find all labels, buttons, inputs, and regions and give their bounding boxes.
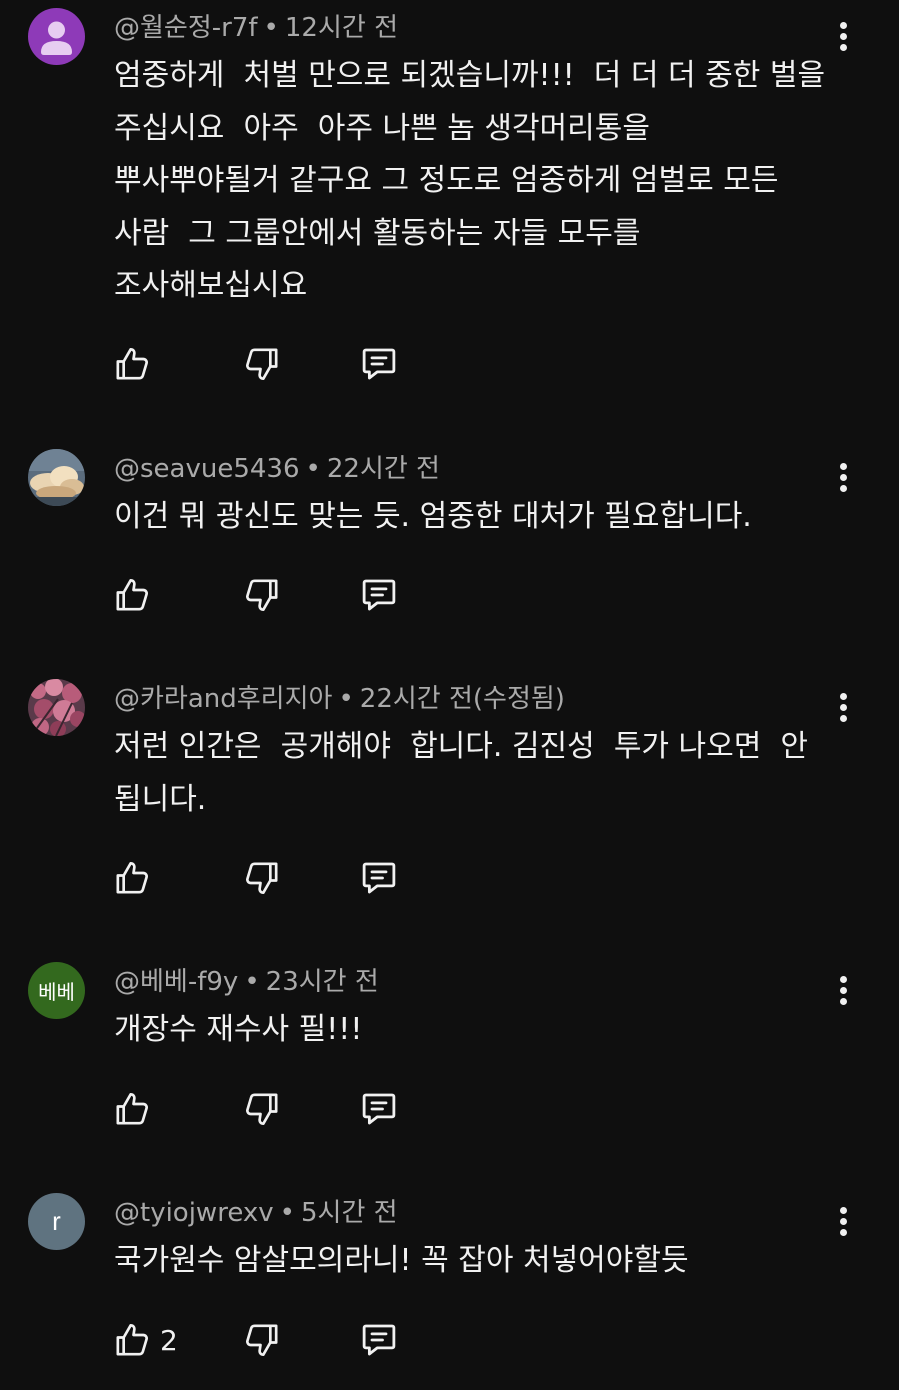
separator-dot: • [279,1198,295,1228]
author-handle[interactable]: @tyiojwrexv [114,1198,274,1228]
comment-header: @베베-f9y • 23시간 전 [114,966,379,998]
avatar[interactable] [28,8,85,65]
comment-line: 저런 인간은 공개해야 합니다. 김진성 투가 나오면 안 [114,729,809,764]
thumbs-up-icon [116,862,148,894]
comment-time[interactable]: 5시간 전 [301,1198,398,1228]
reply-comment-icon [362,862,396,894]
thumbs-down-icon [246,579,278,611]
comment-line: 개장수 재수사 필!!! [114,1012,363,1047]
reply-comment-icon [362,348,396,380]
comment-text: 이건 뭐 광신도 맞는 듯. 엄중한 대처가 필요합니다. [114,491,826,544]
like-button[interactable] [112,856,160,900]
blossom-photo [28,679,85,736]
thumbs-up-icon [116,1324,148,1356]
author-handle[interactable]: @베베-f9y [114,967,238,997]
like-button[interactable] [112,342,160,386]
comment-actions [112,573,432,617]
avatar[interactable] [28,449,85,506]
reply-comment-icon [362,1324,396,1356]
comment-time[interactable]: 22시간 전 [327,454,440,484]
dislike-button[interactable] [242,856,282,900]
avatar-initial: r [52,1206,61,1236]
comment-line: 뿌사뿌야될거 같구요 그 정도로 엄중하게 엄벌로 모든 [114,163,779,198]
reply-button[interactable] [358,1318,400,1362]
author-handle[interactable]: @월순정-r7f [114,13,258,43]
comment-text: 엄중하게 처벌 만으로 되겠습니까!!! 더 더 더 중한 벌을 주십시요 아주… [114,50,826,313]
more-vert-icon[interactable] [828,1201,858,1241]
like-button[interactable] [112,573,160,617]
comment-line: 국가원수 암살모의라니! 꼭 잡아 처넣어야할듯 [114,1243,689,1278]
more-vert-icon[interactable] [828,970,858,1010]
separator-dot: • [244,967,260,997]
comment-actions [112,856,432,900]
reply-comment-icon [362,1093,396,1125]
comment-time[interactable]: 22시간 전(수정됨) [360,684,565,714]
more-vert-icon[interactable] [828,687,858,727]
like-count: 2 [160,1323,178,1357]
more-vert-icon[interactable] [828,16,858,56]
comment-text: 개장수 재수사 필!!! [114,1004,826,1057]
comment-line: 엄중하게 처벌 만으로 되겠습니까!!! 더 더 더 중한 벌을 [114,58,826,93]
comment-actions: 2 [112,1318,432,1362]
thumbs-up-icon [116,348,148,380]
comment-text: 국가원수 암살모의라니! 꼭 잡아 처넣어야할듯 [114,1235,826,1288]
comment-time[interactable]: 23시간 전 [266,967,379,997]
person-icon [41,21,72,55]
comment-header: @seavue5436 • 22시간 전 [114,453,440,485]
comment-time[interactable]: 12시간 전 [285,13,398,43]
reply-comment-icon [362,579,396,611]
comment-line: 사람 그 그룹안에서 활동하는 자들 모두를 [114,215,641,251]
comment-line: 됩니다. [114,781,207,817]
dislike-button[interactable] [242,1087,282,1131]
more-vert-icon[interactable] [828,457,858,497]
dislike-button[interactable] [242,1318,282,1362]
like-button[interactable]: 2 [112,1318,178,1362]
comment-line: 이건 뭐 광신도 맞는 듯. 엄중한 대처가 필요합니다. [114,499,752,534]
comment-header: @월순정-r7f • 12시간 전 [114,12,398,44]
reply-button[interactable] [358,856,400,900]
separator-dot: • [338,684,354,714]
comment-actions [112,1087,432,1131]
author-handle[interactable]: @seavue5436 [114,454,300,484]
reply-button[interactable] [358,573,400,617]
reply-button[interactable] [358,1087,400,1131]
comment-actions [112,342,432,386]
avatar[interactable]: r [28,1193,85,1250]
comment-header: @tyiojwrexv • 5시간 전 [114,1197,398,1229]
thumbs-down-icon [246,862,278,894]
thumbs-up-icon [116,1093,148,1125]
thumbs-down-icon [246,1324,278,1356]
reply-button[interactable] [358,342,400,386]
author-handle[interactable]: @카라and후리지아 [114,684,332,714]
dislike-button[interactable] [242,573,282,617]
separator-dot: • [305,454,321,484]
dislike-button[interactable] [242,342,282,386]
like-button[interactable] [112,1087,160,1131]
comment-header: @카라and후리지아 • 22시간 전(수정됨) [114,683,565,715]
thumbs-down-icon [246,348,278,380]
thumbs-up-icon [116,579,148,611]
comment-line: 조사해보십시요 [114,268,308,303]
separator-dot: • [263,13,279,43]
comment-line: 주십시요 아주 아주 나쁜 놈 생각머리통을 [114,110,650,146]
cloud-photo [28,449,85,506]
thumbs-down-icon [246,1093,278,1125]
avatar[interactable]: 베베 [28,962,85,1019]
comment-text: 저런 인간은 공개해야 합니다. 김진성 투가 나오면 안 됩니다. [114,721,826,826]
avatar[interactable] [28,679,85,736]
avatar-initial: 베베 [38,982,75,1004]
